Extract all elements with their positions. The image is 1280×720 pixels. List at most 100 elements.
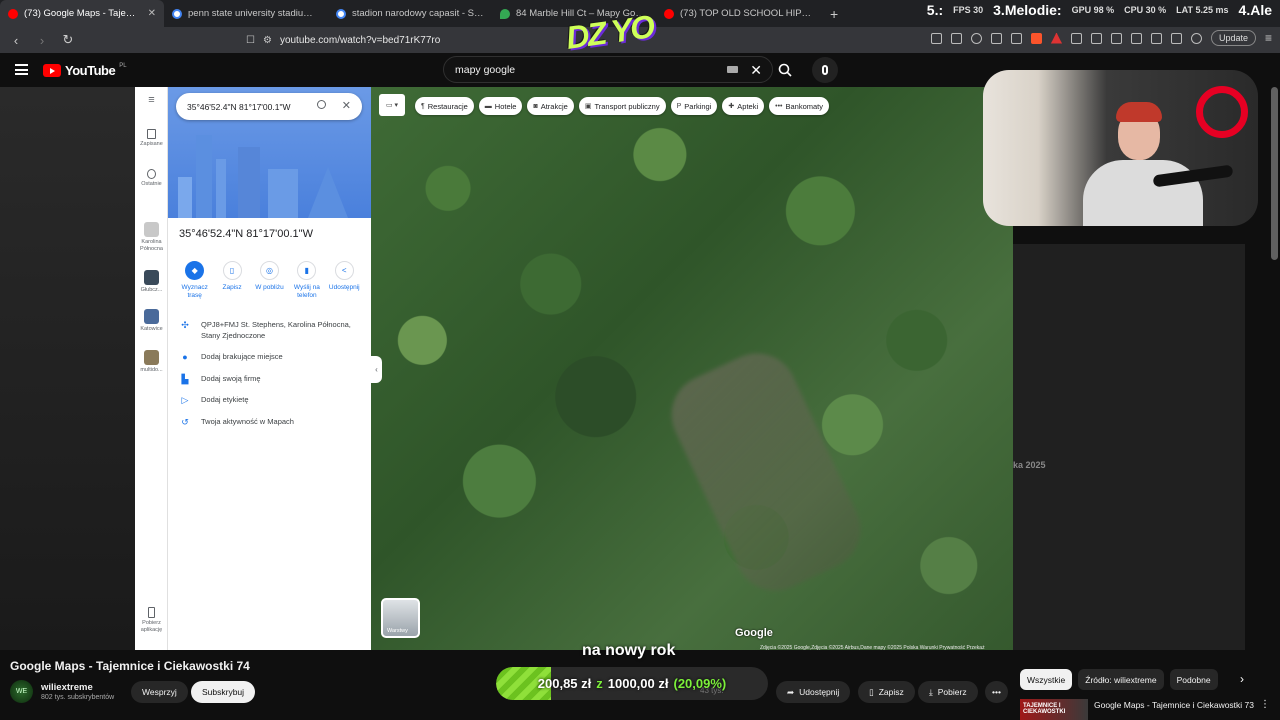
subscriber-count: 802 tys. subskrybentów bbox=[41, 694, 115, 701]
scrollbar[interactable] bbox=[1271, 87, 1278, 260]
save-button[interactable]: ▯ Zapisz bbox=[858, 681, 915, 703]
download-button[interactable]: ⤓ Pobierz bbox=[918, 681, 978, 703]
tab-title: (73) TOP OLD SCHOOL HIP HOP bbox=[680, 8, 812, 19]
menu-icon[interactable]: ≡ bbox=[1265, 31, 1272, 45]
close-icon[interactable]: ✕ bbox=[342, 99, 351, 112]
more-icon[interactable]: ⋮ bbox=[1260, 699, 1270, 720]
rail-get-app[interactable]: Pobierz aplikację bbox=[135, 607, 168, 634]
business-icon: ▙ bbox=[181, 373, 189, 384]
extensions-icon[interactable] bbox=[1070, 32, 1082, 44]
maps-search-input[interactable]: 35°46'52.4"N 81°17'00.1"W ✕ bbox=[176, 93, 362, 120]
layers-button[interactable]: Warstwy bbox=[381, 598, 420, 638]
back-icon[interactable]: ‹ bbox=[6, 33, 26, 48]
video-title: Google Maps - Tajemnice i Ciekawostki 74 bbox=[10, 659, 250, 673]
forward-icon[interactable]: › bbox=[32, 33, 52, 48]
chip-atms[interactable]: ••• Bankomaty bbox=[769, 97, 830, 115]
share-button[interactable]: < Udostępnij bbox=[327, 261, 361, 300]
wallet-icon[interactable] bbox=[1150, 32, 1162, 44]
chip-attractions[interactable]: ◙ Atrakcje bbox=[527, 97, 574, 115]
more-actions-button[interactable]: ••• bbox=[985, 681, 1008, 703]
vpn-icon[interactable] bbox=[1190, 32, 1202, 44]
star-icon[interactable] bbox=[1010, 32, 1022, 44]
map-attribution: Zdjęcia ©2025 Google,Zdjęcia ©2025 Airbu… bbox=[760, 645, 985, 651]
save-button[interactable]: ▯ Zapisz bbox=[215, 261, 249, 300]
chip-restaurants[interactable]: ¶ Restauracje bbox=[415, 97, 474, 115]
brave-shield-icon[interactable] bbox=[1030, 32, 1042, 44]
browser-tab[interactable]: stadion narodowy capasit - Szukaj w bbox=[328, 0, 492, 27]
rec-tab-similar[interactable]: Podobne bbox=[1169, 669, 1218, 690]
streamer-cap bbox=[1116, 102, 1162, 122]
search-input[interactable]: mapy google ✕ bbox=[443, 56, 773, 83]
rewards-icon[interactable] bbox=[1050, 32, 1062, 44]
action-label: Zapisz bbox=[222, 284, 242, 291]
chip-label: Atrakcje bbox=[540, 101, 568, 111]
chip-hotels[interactable]: ▬ Hotele bbox=[478, 97, 523, 115]
rec-tab-source[interactable]: Źródło: wiliextreme bbox=[1078, 669, 1164, 690]
music-icon[interactable] bbox=[1110, 32, 1122, 44]
rail-label: Karolina Północna bbox=[140, 239, 163, 252]
share-icon: ➦ bbox=[787, 686, 795, 697]
channel-avatar[interactable]: WE bbox=[10, 680, 33, 703]
directions-button[interactable]: ◆ Wyznacz trasę bbox=[178, 261, 212, 300]
add-label-row[interactable]: ▷ Dodaj etykietę bbox=[180, 395, 365, 406]
channel-name[interactable]: wiliextreme bbox=[41, 682, 93, 693]
browser-tab[interactable]: penn state university stadium capac bbox=[164, 0, 328, 27]
rail-recent-place[interactable]: multido... bbox=[135, 350, 168, 374]
collapse-panel-button[interactable]: ‹ bbox=[371, 356, 382, 383]
menu-icon: ≡ bbox=[148, 94, 155, 106]
nearby-button[interactable]: ◎ W pobliżu bbox=[252, 261, 286, 300]
rail-menu[interactable]: ≡ bbox=[135, 94, 168, 106]
activity-row[interactable]: ↺ Twoja aktywność w Mapach bbox=[180, 417, 365, 428]
clear-icon[interactable]: ✕ bbox=[750, 62, 762, 79]
plus-code-icon: ✣ bbox=[181, 320, 189, 330]
rail-saved[interactable]: Zapisane bbox=[135, 129, 168, 148]
chip-pharmacies[interactable]: ✚ Apteki bbox=[722, 97, 765, 115]
chip-transit[interactable]: ▣ Transport publiczny bbox=[578, 97, 666, 115]
subscribe-button[interactable]: Subskrybuj bbox=[191, 681, 256, 703]
chip-parking[interactable]: P Parkingi bbox=[670, 97, 718, 115]
donation-percent: (20,09%) bbox=[673, 676, 727, 691]
browser-tab[interactable]: (73) TOP OLD SCHOOL HIP HOP bbox=[656, 0, 820, 27]
keyboard-icon[interactable] bbox=[727, 66, 738, 73]
label-icon: ▷ bbox=[181, 395, 189, 405]
recommendation-tabs: Wszystkie Źródło: wiliextreme Podobne bbox=[1020, 669, 1218, 690]
search-icon[interactable] bbox=[317, 100, 326, 109]
menu-toggle-button[interactable]: ▭ ▾ bbox=[379, 94, 405, 116]
send-to-phone-button[interactable]: ▮ Wyślij na telefon bbox=[290, 261, 324, 300]
share-button[interactable]: ➦ Udostępnij bbox=[776, 681, 851, 703]
add-business-row[interactable]: ▙ Dodaj swoją firmę bbox=[180, 374, 365, 385]
youtube-play-icon bbox=[43, 64, 61, 77]
reload-icon[interactable]: ↻ bbox=[58, 32, 78, 48]
cast-icon[interactable] bbox=[930, 32, 942, 44]
site-info-icon[interactable]: ⚙ bbox=[263, 35, 272, 46]
support-button[interactable]: Wesprzyj bbox=[131, 681, 188, 703]
add-missing-place-row[interactable]: ● Dodaj brakujące miejsce bbox=[180, 352, 365, 363]
menu-icon[interactable] bbox=[15, 64, 28, 75]
pharmacy-icon: ✚ bbox=[728, 103, 735, 110]
zoom-icon[interactable] bbox=[970, 32, 982, 44]
rail-recent-place[interactable]: Głubcz... bbox=[135, 270, 168, 294]
search-button[interactable] bbox=[773, 56, 797, 83]
rec-tab-all[interactable]: Wszystkie bbox=[1020, 669, 1073, 690]
panel-icon[interactable] bbox=[1130, 32, 1142, 44]
overlay-cpu: CPU 30 % bbox=[1124, 5, 1167, 15]
recommended-video[interactable]: TAJEMNICE I CIEKAWOSTKI Google Maps - Ta… bbox=[1020, 699, 1270, 720]
update-button[interactable]: Update bbox=[1210, 30, 1256, 46]
browser-tab[interactable]: (73) Google Maps - Tajemnice ✕ bbox=[0, 0, 164, 27]
satellite-map[interactable] bbox=[371, 87, 1013, 650]
voice-search-button[interactable] bbox=[812, 57, 838, 83]
share-icon[interactable] bbox=[990, 32, 1002, 44]
close-icon[interactable]: ✕ bbox=[148, 8, 156, 19]
new-tab-button[interactable]: + bbox=[820, 6, 848, 22]
youtube-logo[interactable]: YouTube PL bbox=[43, 63, 127, 78]
rail-recent-place[interactable]: Karolina Północna bbox=[135, 222, 168, 253]
chevron-right-icon[interactable]: › bbox=[1240, 672, 1244, 686]
bookmark-icon[interactable]: ☐ bbox=[246, 35, 255, 46]
rail-recent-place[interactable]: Katowice bbox=[135, 309, 168, 333]
rail-recent[interactable]: Ostatnie bbox=[135, 169, 168, 188]
sidebar-icon[interactable] bbox=[1090, 32, 1102, 44]
search-value: mapy google bbox=[455, 63, 516, 76]
leo-icon[interactable] bbox=[1170, 32, 1182, 44]
translate-icon[interactable] bbox=[950, 32, 962, 44]
plus-code-row[interactable]: ✣ QPJ8+FMJ St. Stephens, Karolina Północ… bbox=[180, 320, 365, 341]
